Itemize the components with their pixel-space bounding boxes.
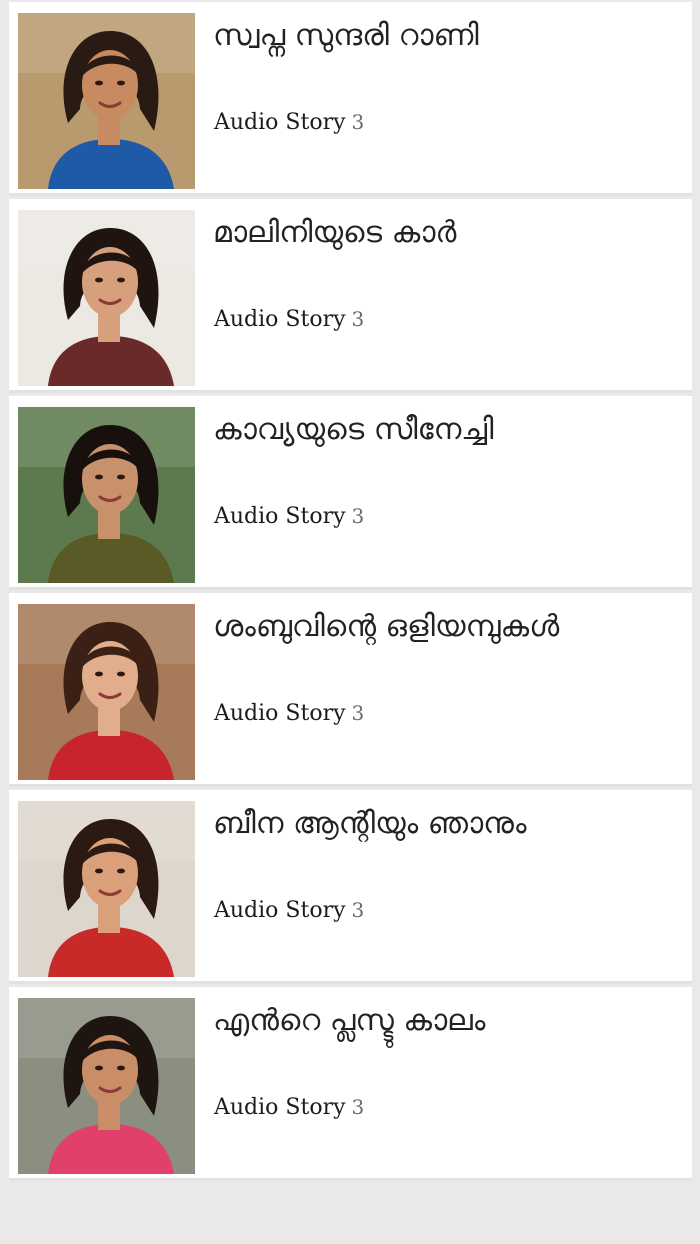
story-subtitle: Audio Story 3 — [214, 304, 364, 335]
story-card[interactable]: മാലിനിയുടെ കാർ Audio Story 3 — [9, 199, 692, 393]
story-number: 3 — [351, 1095, 365, 1119]
photo-eye-left — [95, 80, 103, 86]
story-card[interactable]: ബീന ആന്റിയും ഞാനും Audio Story 3 — [9, 790, 692, 984]
story-type-label: Audio Story — [214, 504, 346, 529]
story-title: കാവ്യയുടെ സീനേച്ചി — [213, 412, 494, 447]
portrait-photo — [18, 801, 195, 977]
photo-eye-left — [95, 868, 103, 874]
story-subtitle: Audio Story 3 — [214, 895, 364, 926]
photo-eye-right — [117, 474, 125, 480]
photo-eye-left — [95, 277, 103, 283]
photo-eye-right — [117, 80, 125, 86]
story-thumbnail — [18, 210, 195, 386]
story-type-label: Audio Story — [214, 701, 346, 726]
story-title: ബീന ആന്റിയും ഞാനും — [213, 806, 527, 841]
story-thumbnail — [18, 13, 195, 189]
portrait-photo — [18, 998, 195, 1174]
photo-eye-left — [95, 474, 103, 480]
story-number: 3 — [351, 504, 365, 528]
story-card[interactable]: സ്വപ്ന സുന്ദരി റാണി Audio Story 3 — [9, 2, 692, 196]
story-subtitle: Audio Story 3 — [214, 1092, 364, 1123]
story-thumbnail — [18, 604, 195, 780]
story-title: സ്വപ്ന സുന്ദരി റാണി — [213, 18, 479, 53]
story-type-label: Audio Story — [214, 110, 346, 135]
story-title: മാലിനിയുടെ കാർ — [213, 215, 457, 250]
story-number: 3 — [351, 701, 365, 725]
portrait-photo — [18, 604, 195, 780]
portrait-photo — [18, 210, 195, 386]
photo-eye-right — [117, 277, 125, 283]
story-number: 3 — [351, 898, 365, 922]
story-thumbnail — [18, 998, 195, 1174]
photo-eye-right — [117, 1065, 125, 1071]
story-card[interactable]: ശംബുവിന്റെ ഒളിയമ്പുകൾ Audio Story 3 — [9, 593, 692, 787]
portrait-photo — [18, 407, 195, 583]
story-type-label: Audio Story — [214, 898, 346, 923]
story-title: ശംബുവിന്റെ ഒളിയമ്പുകൾ — [213, 609, 560, 644]
photo-eye-right — [117, 671, 125, 677]
photo-eye-right — [117, 868, 125, 874]
story-title: എൻറെ പ്ലസ്ടു കാലം — [213, 1003, 486, 1038]
photo-eye-left — [95, 671, 103, 677]
story-card[interactable]: എൻറെ പ്ലസ്ടു കാലം Audio Story 3 — [9, 987, 692, 1181]
story-number: 3 — [351, 307, 365, 331]
story-thumbnail — [18, 407, 195, 583]
portrait-photo — [18, 13, 195, 189]
story-type-label: Audio Story — [214, 307, 346, 332]
story-type-label: Audio Story — [214, 1095, 346, 1120]
story-subtitle: Audio Story 3 — [214, 107, 364, 138]
story-subtitle: Audio Story 3 — [214, 501, 364, 532]
story-subtitle: Audio Story 3 — [214, 698, 364, 729]
photo-eye-left — [95, 1065, 103, 1071]
story-thumbnail — [18, 801, 195, 977]
story-number: 3 — [351, 110, 365, 134]
story-card[interactable]: കാവ്യയുടെ സീനേച്ചി Audio Story 3 — [9, 396, 692, 590]
